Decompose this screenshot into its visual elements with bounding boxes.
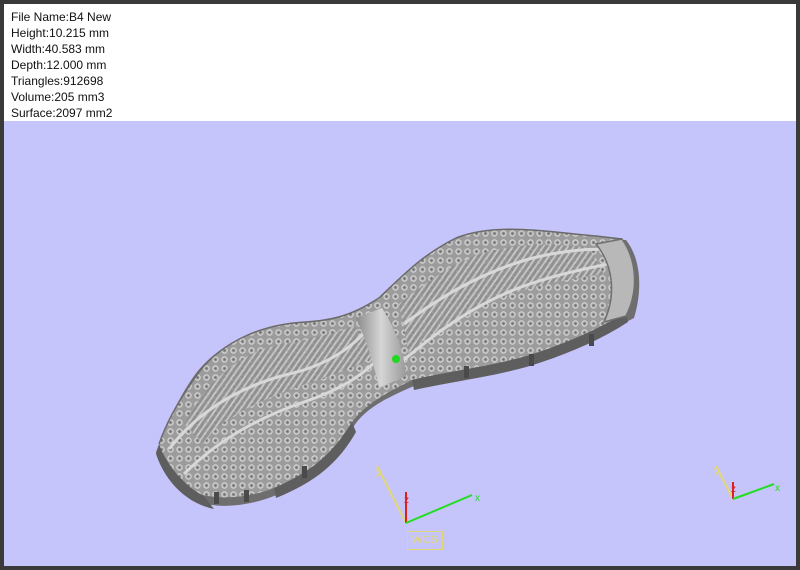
depth-text: Depth:12.000 mm — [11, 58, 107, 72]
view-z-label: z — [731, 484, 736, 495]
app-window: File Name:B4 New Height:10.215 mm Width:… — [4, 4, 796, 566]
3d-viewport[interactable]: y z x y z x — [4, 121, 796, 566]
view-x-axis — [732, 483, 775, 500]
view-axis-gizmo: y z x — [714, 465, 780, 500]
pivot-marker — [392, 355, 400, 363]
wcs-x-label: x — [475, 493, 480, 504]
surface-text: Surface:2097 mm2 — [11, 106, 113, 120]
wcs-axis-gizmo: y z x — [376, 465, 480, 524]
wcs-x-axis — [405, 494, 473, 524]
height-text: Height:10.215 mm — [11, 26, 110, 40]
bracelet-model[interactable] — [156, 228, 640, 509]
triangles-text: Triangles:912698 — [11, 74, 104, 88]
file-name-text: File Name:B4 New — [11, 10, 112, 24]
wcs-y-axis — [376, 465, 407, 524]
wcs-z-label: z — [404, 495, 409, 506]
view-y-label: y — [714, 466, 719, 477]
wcs-y-label: y — [376, 467, 381, 478]
model-info-panel: File Name:B4 New Height:10.215 mm Width:… — [4, 4, 796, 121]
volume-text: Volume:205 mm3 — [11, 90, 105, 104]
view-x-label: x — [775, 483, 780, 494]
scene-svg: y z x y z x — [156, 228, 780, 524]
wcs-label: WCS — [407, 531, 443, 550]
width-text: Width:40.583 mm — [11, 42, 106, 56]
